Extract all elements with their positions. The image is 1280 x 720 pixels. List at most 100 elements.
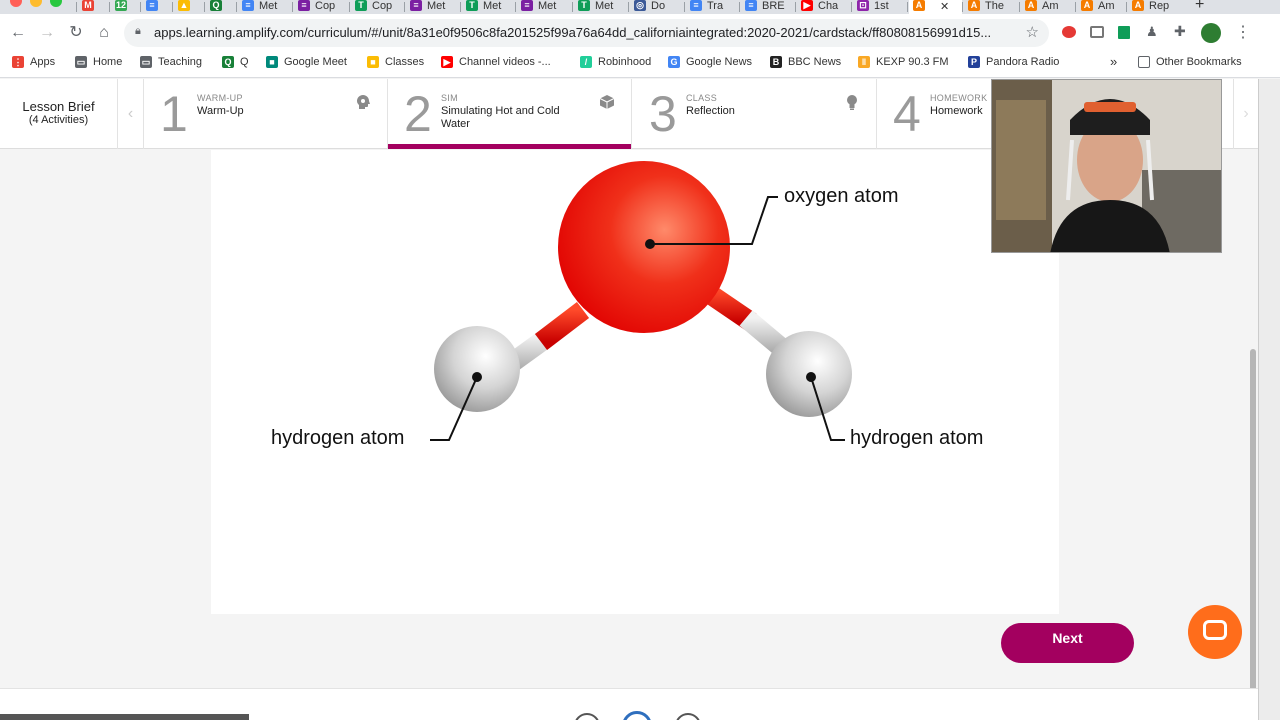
tab-separator — [739, 2, 740, 12]
bookmark-item[interactable]: ■ Google Meet — [266, 56, 347, 68]
more-bookmarks-button[interactable]: » — [1110, 54, 1117, 69]
minimize-window-dot[interactable] — [30, 0, 42, 7]
card-dot-3[interactable] — [675, 713, 701, 720]
browser-tab[interactable]: A Am — [1077, 0, 1126, 14]
bookmark-item[interactable]: QQ — [222, 56, 249, 68]
tab-separator — [76, 2, 77, 12]
browser-tab[interactable]: ≡ Met — [238, 0, 292, 14]
back-arrow-icon[interactable]: ← — [8, 23, 28, 43]
taskbar-strip — [0, 714, 249, 720]
left-hydrogen-atom — [434, 326, 520, 412]
browser-tab[interactable]: A Rep — [1128, 0, 1184, 14]
bookmark-item[interactable]: ■ Classes — [367, 56, 424, 68]
tab-separator — [572, 2, 573, 12]
menu-kebab-icon[interactable]: ⋮ — [1235, 22, 1251, 42]
next-button[interactable]: Next — [1001, 623, 1134, 663]
browser-tab[interactable]: 12 — [111, 0, 140, 14]
browser-tab[interactable]: M — [78, 0, 109, 14]
cast-icon[interactable] — [1090, 26, 1104, 38]
tab-separator — [404, 2, 405, 12]
browser-tab[interactable]: A ✕ — [909, 0, 962, 14]
step-class[interactable]: 3 CLASS Reflection — [633, 79, 877, 149]
bookmark-label: Pandora Radio — [986, 56, 1060, 68]
extensions-puzzle-icon[interactable]: ✚ — [1174, 23, 1186, 40]
card-dot-2-current[interactable] — [622, 711, 652, 720]
browser-tab[interactable]: ≡ Met — [517, 0, 572, 14]
browser-tab[interactable]: ▶ Cha — [797, 0, 851, 14]
tab-separator — [292, 2, 293, 12]
chat-support-button[interactable] — [1188, 605, 1242, 659]
tab-separator — [460, 2, 461, 12]
chat-bubble-icon — [1203, 620, 1227, 640]
tab-favicon-icon: A — [968, 0, 980, 11]
bookmark-star-icon[interactable]: ☆ — [1026, 23, 1039, 41]
bookmark-item[interactable]: ‖ KEXP 90.3 FM — [858, 56, 949, 68]
previous-steps-arrow[interactable]: ‹ — [118, 79, 144, 149]
browser-tab[interactable]: ≡ Cop — [294, 0, 349, 14]
browser-tab[interactable]: Q — [206, 0, 236, 14]
step-name: Warm-Up — [197, 105, 244, 117]
tab-separator — [172, 2, 173, 12]
step-category: WARM-UP — [197, 93, 243, 103]
bookmark-item[interactable]: P Pandora Radio — [968, 56, 1059, 68]
tab-title: The — [985, 0, 1004, 12]
extension-red-icon[interactable] — [1062, 26, 1076, 38]
bookmark-favicon-icon: / — [580, 56, 592, 68]
browser-tab[interactable]: T Met — [574, 0, 628, 14]
browser-tab[interactable]: ≡ Met — [406, 0, 460, 14]
browser-tab[interactable]: A Am — [1021, 0, 1075, 14]
bookmark-item[interactable]: B BBC News — [770, 56, 841, 68]
maximize-window-dot[interactable] — [50, 0, 62, 7]
browser-tab[interactable]: ⊡ 1st — [853, 0, 907, 14]
bookmark-item[interactable]: ▭ Home — [75, 56, 122, 68]
close-window-dot[interactable] — [10, 0, 22, 7]
tab-favicon-icon: ▶ — [801, 0, 813, 11]
bookmark-item[interactable]: ⋮ Apps — [12, 56, 55, 68]
bookmark-label: Teaching — [158, 56, 203, 68]
bookmark-item[interactable]: ▶ Channel videos -... — [441, 56, 551, 68]
new-tab-plus-icon[interactable]: + — [1195, 0, 1204, 14]
bookmark-item[interactable]: ▭ Teaching — [140, 56, 202, 68]
close-tab-icon[interactable]: ✕ — [940, 0, 949, 13]
sheets-extension-icon[interactable] — [1118, 26, 1130, 39]
bookmark-item[interactable]: / Robinhood — [580, 56, 651, 68]
tab-title: Do — [651, 0, 666, 12]
browser-tab[interactable]: ▲ — [174, 0, 204, 14]
browser-tab[interactable]: T Met — [462, 0, 515, 14]
other-bookmarks-folder[interactable]: Other Bookmarks — [1138, 56, 1242, 68]
person-icon[interactable]: ♟ — [1146, 24, 1158, 40]
tab-favicon-icon: 12 — [115, 0, 127, 11]
lesson-brief-title: Lesson Brief — [22, 99, 95, 114]
browser-tab[interactable]: ≡ BRE — [741, 0, 795, 14]
address-bar[interactable]: 🔒︎ apps.learning.amplify.com/curriculum/… — [124, 19, 1049, 47]
tab-title: Cop — [315, 0, 336, 12]
lesson-brief-button[interactable]: Lesson Brief (4 Activities) — [0, 79, 118, 149]
page-scrollbar[interactable] — [1250, 349, 1256, 720]
oxygen-atom-label: oxygen atom — [784, 185, 899, 207]
browser-tab[interactable]: ≡ Tra — [686, 0, 739, 14]
card-dot-1[interactable] — [574, 713, 600, 720]
forward-arrow-icon[interactable]: → — [37, 23, 57, 43]
browser-tab[interactable]: T Cop — [351, 0, 404, 14]
url-text[interactable]: apps.learning.amplify.com/curriculum/#/u… — [154, 25, 1014, 40]
tab-separator — [109, 2, 110, 12]
step-warm-up[interactable]: 1 WARM-UP Warm-Up — [144, 79, 388, 149]
step-sim[interactable]: 2 SIM Simulating Hot and Cold Water — [388, 79, 632, 149]
home-icon[interactable]: ⌂ — [94, 23, 114, 43]
next-steps-arrow[interactable]: › — [1233, 79, 1258, 149]
webcam-video-overlay[interactable] — [991, 79, 1222, 253]
bookmark-label: Google News — [686, 56, 753, 68]
browser-tab[interactable]: A The — [964, 0, 1019, 14]
tab-separator — [795, 2, 796, 12]
tab-title: BRE — [762, 0, 785, 12]
tab-separator — [962, 2, 963, 12]
browser-tab[interactable]: ≡ — [142, 0, 172, 14]
tab-favicon-icon: A — [1025, 0, 1037, 11]
tab-title: Cha — [818, 0, 839, 12]
reload-icon[interactable]: ↻ — [66, 23, 86, 43]
step-number: 4 — [893, 86, 921, 142]
profile-avatar[interactable] — [1201, 23, 1221, 43]
bookmark-item[interactable]: G Google News — [668, 56, 752, 68]
bookmark-favicon-icon: ■ — [367, 56, 379, 68]
browser-tab[interactable]: ◎ Do — [630, 0, 684, 14]
